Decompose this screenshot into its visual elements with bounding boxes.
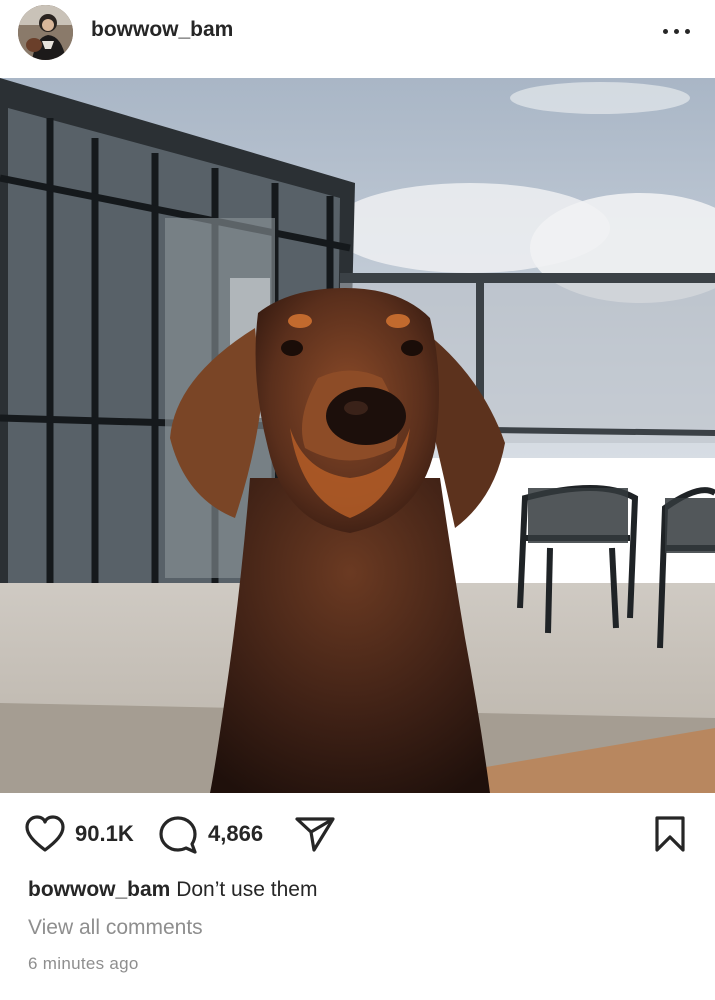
more-options-icon[interactable] [660,20,694,44]
bookmark-icon[interactable] [653,815,687,853]
post-actions: 90.1K 4,866 [0,793,715,873]
send-icon[interactable] [294,815,336,853]
heart-icon[interactable] [24,815,66,853]
username[interactable]: bowwow_bam [91,18,233,42]
post-header: bowwow_bam [0,0,715,78]
post-image[interactable] [0,78,715,793]
view-all-comments-link[interactable]: View all comments [28,916,203,940]
comment-count[interactable]: 4,866 [208,821,263,847]
post-timestamp: 6 minutes ago [28,954,139,973]
like-count[interactable]: 90.1K [75,821,134,847]
comment-bubble-icon[interactable] [158,814,198,854]
dog-photo [0,78,715,793]
caption-text: Don’t use them [176,878,318,901]
post-caption: bowwow_bam Don’t use them [28,878,317,902]
caption-username[interactable]: bowwow_bam [28,878,170,901]
avatar-image [18,5,73,60]
avatar[interactable] [18,5,73,60]
